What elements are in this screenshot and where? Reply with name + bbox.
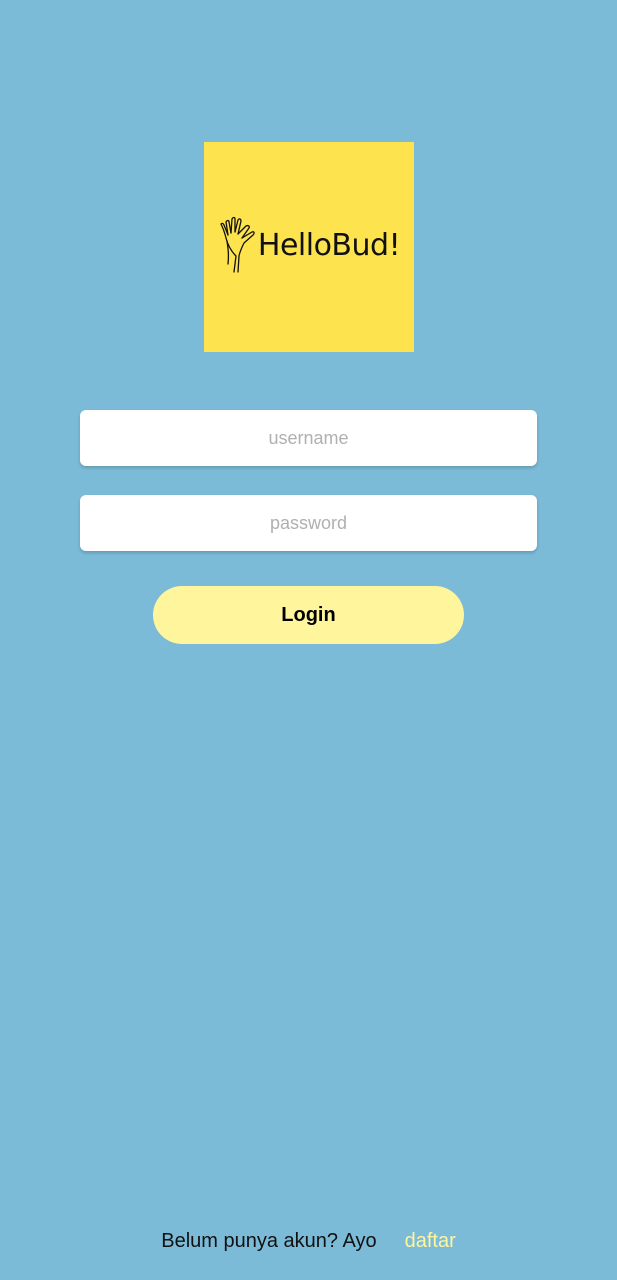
- password-input[interactable]: [80, 495, 537, 551]
- waving-hand-icon: [218, 216, 256, 274]
- register-prompt: Belum punya akun? Ayo daftar: [0, 1228, 617, 1254]
- username-field[interactable]: [80, 410, 537, 466]
- app-logo: HelloBud!: [204, 142, 414, 352]
- brand-name: HelloBud!: [257, 227, 401, 263]
- login-button[interactable]: Login: [153, 586, 464, 644]
- logo-content: HelloBud!: [218, 216, 401, 274]
- username-input[interactable]: [80, 410, 537, 466]
- register-link[interactable]: daftar: [405, 1230, 456, 1252]
- password-field[interactable]: [80, 495, 537, 551]
- register-prompt-text: Belum punya akun? Ayo: [161, 1230, 377, 1252]
